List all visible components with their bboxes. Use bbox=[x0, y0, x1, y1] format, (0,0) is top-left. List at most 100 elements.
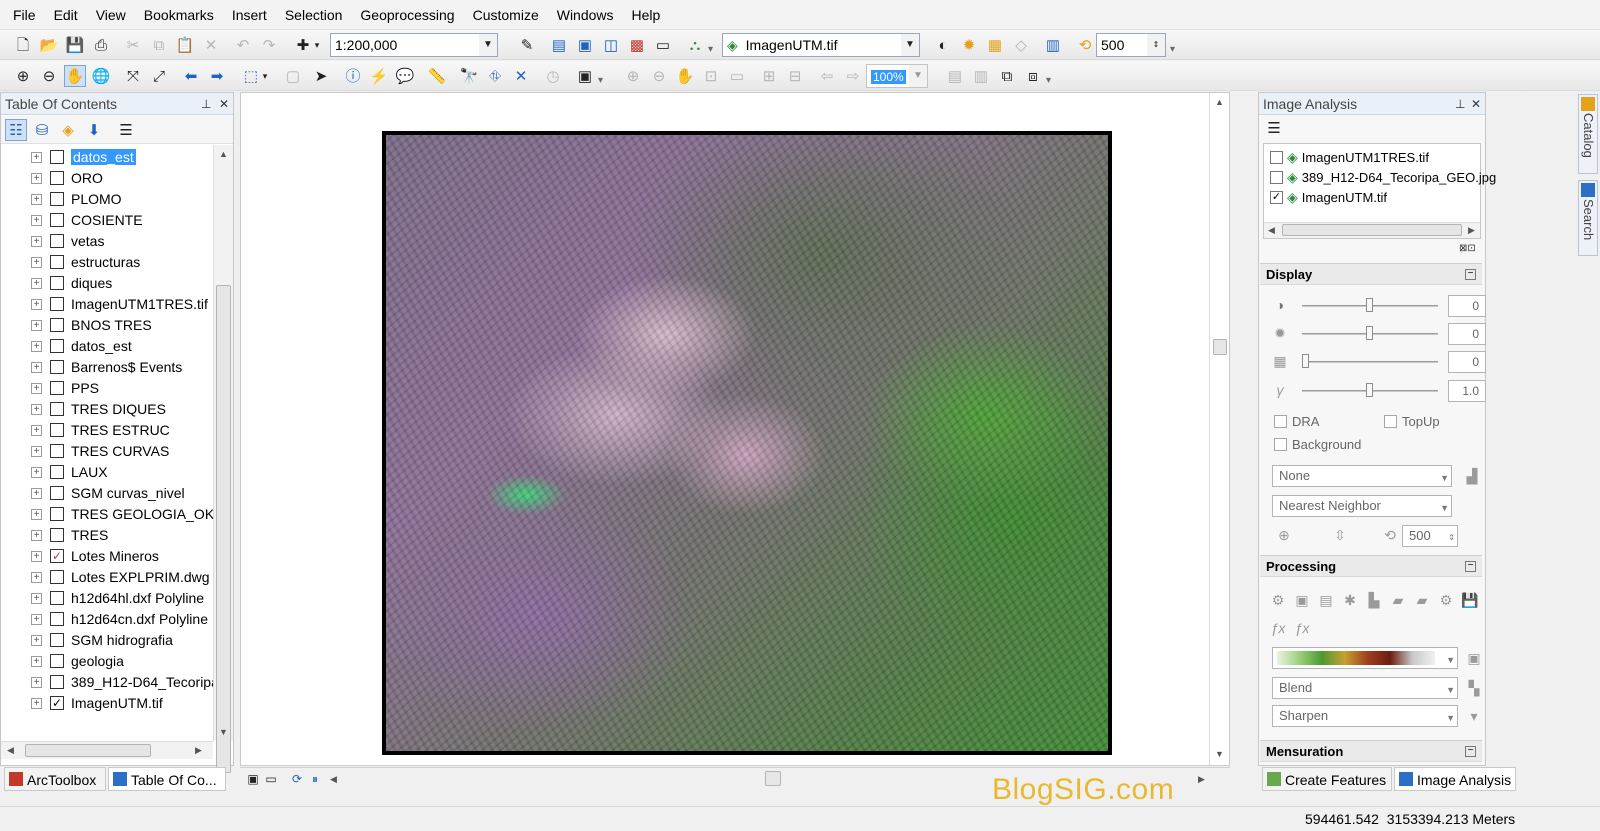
pin-icon[interactable]: ⊥ bbox=[1455, 93, 1465, 115]
pan-sharpen-icon[interactable]: ▙ bbox=[1364, 590, 1384, 610]
scroll-right-icon[interactable]: ▶ bbox=[195, 745, 202, 756]
layer-name[interactable]: vetas bbox=[71, 233, 104, 249]
gamma-slider-thumb[interactable] bbox=[1366, 383, 1373, 397]
layer-visibility-checkbox[interactable] bbox=[50, 234, 64, 248]
menu-selection[interactable]: Selection bbox=[276, 0, 352, 30]
layer-name[interactable]: geologia bbox=[71, 653, 124, 669]
dra-checkbox[interactable] bbox=[1274, 415, 1287, 428]
blend-apply-icon[interactable]: ▚ bbox=[1464, 678, 1484, 698]
find-route-icon[interactable]: ⛗ bbox=[484, 65, 506, 87]
close-icon[interactable]: ✕ bbox=[219, 93, 229, 115]
layer-name[interactable]: h12d64hl.dxf Polyline bbox=[71, 590, 204, 606]
paste-icon[interactable]: 📋 bbox=[174, 34, 196, 56]
layer-name[interactable]: datos_est bbox=[71, 338, 132, 354]
toc-layer-row[interactable]: + TRES bbox=[31, 525, 108, 545]
menu-windows[interactable]: Windows bbox=[548, 0, 623, 30]
zoom-to-raster-icon[interactable]: ⊕ bbox=[1274, 525, 1294, 545]
expand-icon[interactable]: + bbox=[31, 508, 42, 520]
scroll-down-icon[interactable]: ▼ bbox=[219, 727, 228, 737]
copy-icon[interactable]: ⧉ bbox=[148, 34, 170, 56]
layer-visibility-checkbox[interactable] bbox=[50, 612, 64, 626]
layer-name[interactable]: Lotes Mineros bbox=[71, 548, 159, 564]
arctoolbox-icon[interactable]: ▩ bbox=[626, 34, 648, 56]
side-tab-search[interactable]: Search bbox=[1578, 180, 1598, 256]
layout-view-icon[interactable]: ▭ bbox=[260, 768, 282, 790]
add-data-dropdown-icon[interactable]: ▾ bbox=[312, 34, 322, 56]
pin-icon[interactable]: ⊥ bbox=[201, 93, 211, 115]
collapse-icon[interactable]: − bbox=[1465, 269, 1476, 280]
chevron-down-icon[interactable]: ▼ bbox=[1440, 468, 1449, 488]
toc-layer-row[interactable]: + COSIENTE bbox=[31, 210, 143, 230]
stretch-select[interactable]: None ▼ bbox=[1272, 465, 1452, 487]
scroll-thumb[interactable] bbox=[25, 744, 151, 757]
ia-layer-checkbox[interactable]: ✓ bbox=[1270, 190, 1283, 204]
histogram-icon[interactable]: ▟ bbox=[1462, 466, 1482, 486]
toolbar-grip-icon[interactable]: ▾ bbox=[1046, 75, 1051, 86]
undo-icon[interactable]: ↶ bbox=[232, 34, 254, 56]
swipe-icon[interactable]: ◇ bbox=[1010, 34, 1032, 56]
image-analysis-options-icon[interactable]: ☰ bbox=[1263, 117, 1285, 139]
hillshade-icon[interactable]: ▰ bbox=[1412, 590, 1432, 610]
scroll-left-icon[interactable]: ◀ bbox=[330, 774, 337, 785]
toc-layer-row[interactable]: + PPS bbox=[31, 378, 99, 398]
transparency-icon[interactable]: ▦ bbox=[984, 34, 1006, 56]
chevron-down-icon[interactable]: ▼ bbox=[1446, 708, 1455, 728]
layout-zoom-combo[interactable]: 100% ▼ bbox=[866, 64, 928, 88]
layer-visibility-checkbox[interactable] bbox=[50, 381, 64, 395]
list-by-selection-icon[interactable]: ⬇ bbox=[83, 119, 105, 141]
ia-scrollbar-horizontal[interactable]: ◀ ▶ bbox=[1264, 222, 1480, 238]
layer-visibility-checkbox[interactable] bbox=[50, 591, 64, 605]
expand-icon[interactable]: + bbox=[31, 361, 42, 373]
catalog-window-icon[interactable]: ▣ bbox=[574, 34, 596, 56]
data-driven-pages-icon[interactable]: ⧈ bbox=[1022, 65, 1044, 87]
chevron-down-icon[interactable]: ▼ bbox=[1446, 650, 1455, 670]
expand-icon[interactable]: + bbox=[31, 298, 42, 310]
expand-icon[interactable]: + bbox=[31, 172, 42, 184]
chevron-down-icon[interactable]: ▼ bbox=[901, 34, 919, 56]
satellite-raster-image[interactable] bbox=[382, 131, 1112, 755]
color-ramp-select[interactable]: ▼ bbox=[1272, 647, 1458, 669]
layer-visibility-checkbox[interactable] bbox=[50, 570, 64, 584]
scroll-thumb[interactable] bbox=[216, 285, 231, 773]
toc-layer-row[interactable]: + TRES GEOLOGIA_OK bbox=[31, 504, 213, 524]
expand-icon[interactable]: + bbox=[31, 445, 42, 457]
select-elements-icon[interactable]: ➤ bbox=[310, 65, 332, 87]
collapse-all-icon[interactable]: ⊠⊡ bbox=[1459, 243, 1483, 255]
layer-name[interactable]: TRES GEOLOGIA_OK bbox=[71, 506, 213, 522]
expand-icon[interactable]: + bbox=[31, 382, 42, 394]
forward-extent-icon[interactable]: ➡ bbox=[206, 65, 228, 87]
clip-icon[interactable]: ⚙ bbox=[1268, 590, 1288, 610]
toc-options-icon[interactable]: ☰ bbox=[115, 119, 137, 141]
layer-name[interactable]: Lotes EXPLPRIM.dwg I bbox=[71, 569, 213, 585]
expand-icon[interactable]: + bbox=[31, 214, 42, 226]
layer-properties-icon[interactable]: ▥ bbox=[1042, 34, 1064, 56]
contrast-icon[interactable]: ◐ bbox=[932, 34, 954, 56]
spinner-arrows-icon[interactable]: ⇕ bbox=[1147, 34, 1165, 56]
tab-create-features[interactable]: Create Features bbox=[1262, 767, 1392, 791]
toc-layer-row[interactable]: + SGM curvas_nivel bbox=[31, 483, 185, 503]
redo-icon[interactable]: ↷ bbox=[258, 34, 280, 56]
toc-layer-row[interactable]: + PLOMO bbox=[31, 189, 122, 209]
delete-icon[interactable]: ✕ bbox=[200, 34, 222, 56]
toc-layer-row[interactable]: + vetas bbox=[31, 231, 104, 251]
transparency-slider[interactable] bbox=[1302, 361, 1438, 363]
layer-name[interactable]: LAUX bbox=[71, 464, 108, 480]
ia-layer-name[interactable]: 389_H12-D64_Tecoripa_GEO.jpg bbox=[1302, 170, 1496, 185]
layout-pan-icon[interactable]: ✋ bbox=[674, 65, 696, 87]
clear-selection-icon[interactable]: ▢ bbox=[282, 65, 304, 87]
layer-name[interactable]: Barrenos$ Events bbox=[71, 359, 182, 375]
layer-name[interactable]: PPS bbox=[71, 380, 99, 396]
layer-visibility-checkbox[interactable] bbox=[50, 171, 64, 185]
menu-help[interactable]: Help bbox=[623, 0, 670, 30]
layer-visibility-checkbox[interactable] bbox=[50, 633, 64, 647]
layer-name[interactable]: TRES bbox=[71, 527, 108, 543]
toc-layer-row[interactable]: + datos_est bbox=[31, 336, 132, 356]
layer-combo[interactable]: ◈ ImagenUTM.tif ▼ bbox=[722, 33, 920, 57]
scroll-thumb[interactable] bbox=[1213, 339, 1227, 355]
toc-layer-row[interactable]: + SGM hidrografia bbox=[31, 630, 173, 650]
color-ramp-apply-icon[interactable]: ▣ bbox=[1464, 648, 1484, 668]
toc-layer-row[interactable]: + TRES ESTRUC bbox=[31, 420, 170, 440]
contrast-value[interactable]: 0 bbox=[1448, 295, 1486, 317]
mask-icon[interactable]: ▣ bbox=[1292, 590, 1312, 610]
close-icon[interactable]: ✕ bbox=[1471, 93, 1481, 115]
